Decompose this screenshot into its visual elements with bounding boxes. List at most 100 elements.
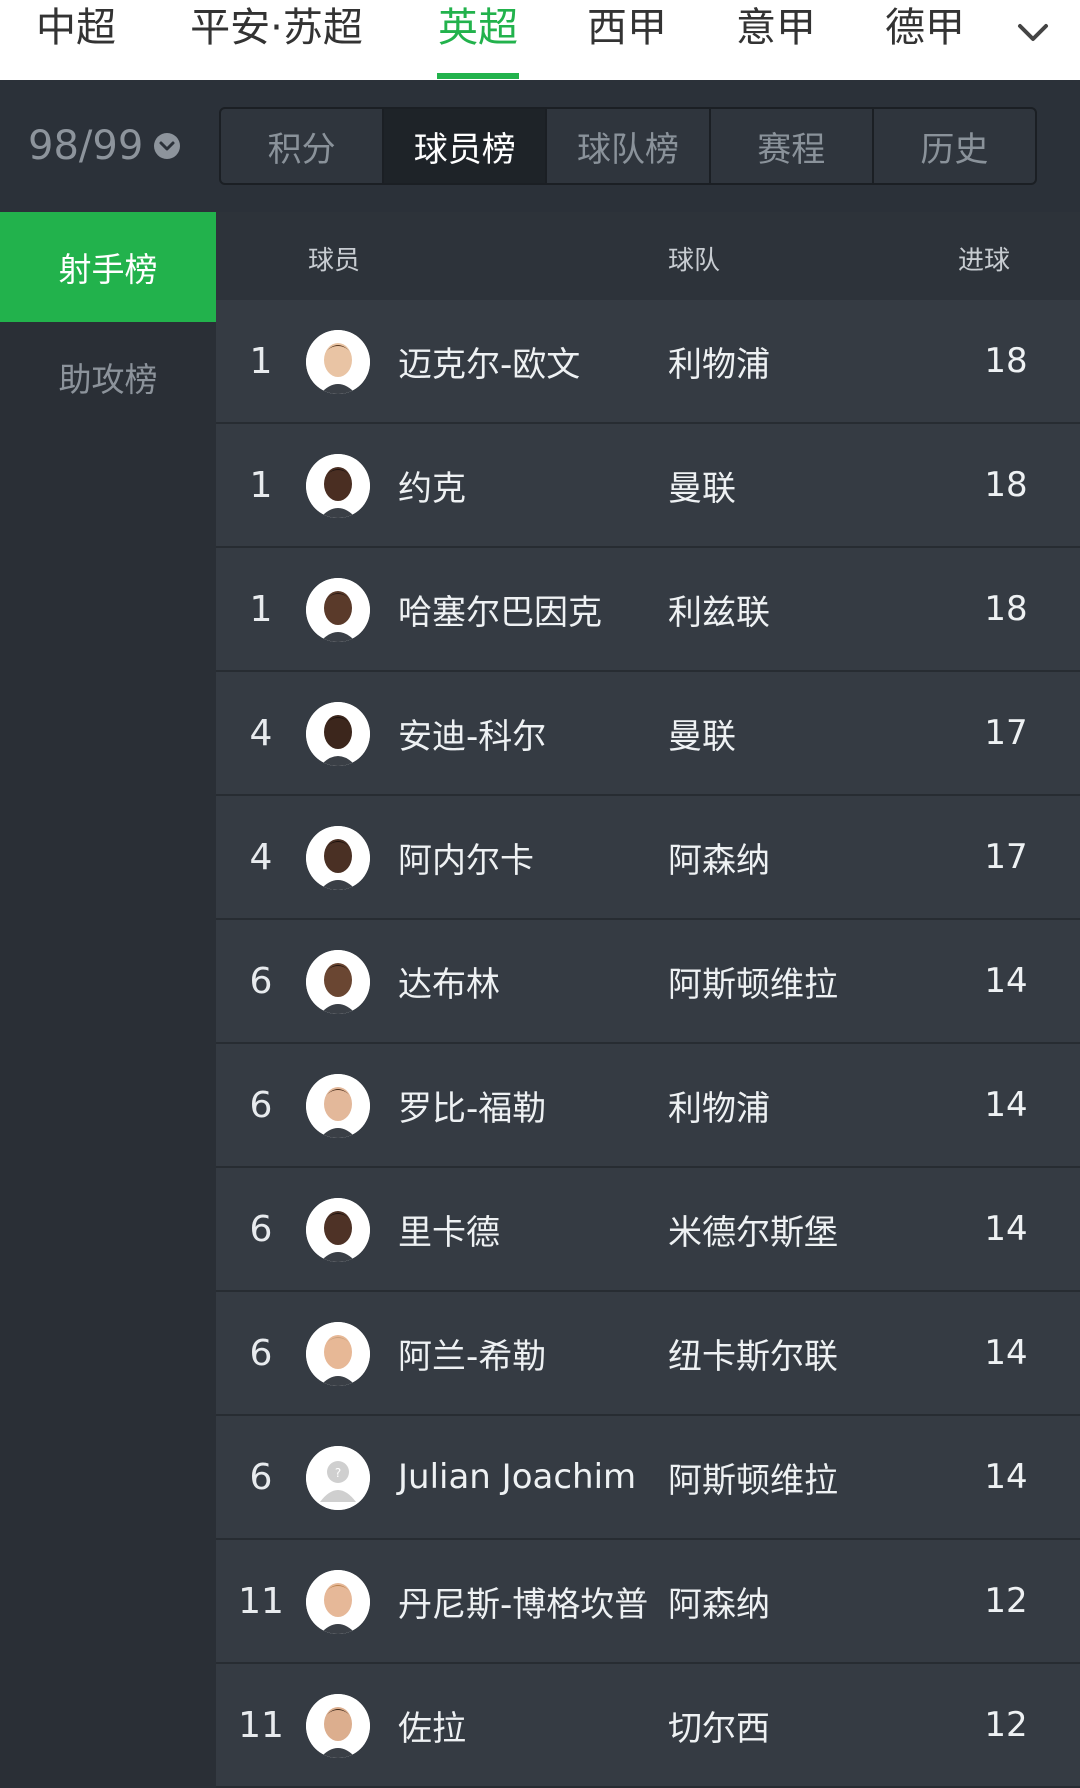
league-tab[interactable]: 意甲 xyxy=(735,0,817,80)
table-row[interactable]: 6 里卡德 米德尔斯堡 14 xyxy=(216,1168,1080,1292)
team-name[interactable]: 切尔西 xyxy=(668,1664,770,1786)
team-name[interactable]: 纽卡斯尔联 xyxy=(668,1292,838,1414)
player-photo xyxy=(306,578,370,642)
side-menu-item[interactable]: 射手榜 xyxy=(0,212,216,322)
league-tab[interactable]: 西甲 xyxy=(586,0,668,80)
player-photo xyxy=(306,950,370,1014)
scorers-table: 球员 球队 进球 1 迈克尔-欧文 利物浦 18 1 约克 曼联 18 1 哈塞尔巴因克 利兹联 18… xyxy=(216,212,1080,1788)
avatar[interactable] xyxy=(306,702,370,766)
team-name[interactable]: 曼联 xyxy=(668,424,736,546)
table-row[interactable]: 1 迈克尔-欧文 利物浦 18 xyxy=(216,300,1080,424)
table-row[interactable]: 4 阿内尔卡 阿森纳 17 xyxy=(216,796,1080,920)
season-selector[interactable]: 98/99 xyxy=(28,121,181,171)
league-tab-bar: 中超 平安·苏超 英超 西甲 意甲 德甲 xyxy=(0,0,1080,80)
player-photo xyxy=(306,1694,370,1758)
goals-count: 12 xyxy=(984,1705,1028,1745)
player-photo xyxy=(306,826,370,890)
rank-cell: 1 xyxy=(249,464,273,506)
rank-cell: 6 xyxy=(249,1456,273,1498)
avatar[interactable] xyxy=(306,1322,370,1386)
player-photo xyxy=(306,454,370,518)
header-team: 球队 xyxy=(668,246,721,276)
player-name[interactable]: 达布林 xyxy=(398,920,500,1042)
table-row[interactable]: 6? Julian Joachim 阿斯顿维拉 14 xyxy=(216,1416,1080,1540)
table-row[interactable]: 1 约克 曼联 18 xyxy=(216,424,1080,548)
rank-cell: 4 xyxy=(249,836,273,878)
team-name[interactable]: 利兹联 xyxy=(668,548,770,670)
team-name[interactable]: 阿斯顿维拉 xyxy=(668,1416,838,1538)
rank-cell: 6 xyxy=(249,1208,273,1250)
table-row[interactable]: 11 佐拉 切尔西 12 xyxy=(216,1664,1080,1788)
avatar[interactable] xyxy=(306,950,370,1014)
view-segmented-control: 积分 球员榜 球队榜 赛程 历史 xyxy=(219,107,1037,185)
team-name[interactable]: 利物浦 xyxy=(668,1044,770,1166)
table-row[interactable]: 6 阿兰-希勒 纽卡斯尔联 14 xyxy=(216,1292,1080,1416)
player-photo xyxy=(306,1570,370,1634)
rank-cell: 1 xyxy=(249,588,273,630)
table-row[interactable]: 6 达布林 阿斯顿维拉 14 xyxy=(216,920,1080,1044)
player-name[interactable]: Julian Joachim xyxy=(398,1416,636,1538)
person-placeholder-icon: ? xyxy=(306,1446,370,1510)
team-name[interactable]: 阿森纳 xyxy=(668,796,770,918)
player-name[interactable]: 里卡德 xyxy=(398,1168,500,1290)
avatar[interactable] xyxy=(306,330,370,394)
player-name[interactable]: 安迪-科尔 xyxy=(398,672,546,794)
avatar[interactable] xyxy=(306,454,370,518)
segment-tab[interactable]: 球员榜 xyxy=(384,109,548,183)
league-tab[interactable]: 英超 xyxy=(437,0,519,80)
rank-cell: 6 xyxy=(249,960,273,1002)
goals-count: 17 xyxy=(984,837,1028,877)
goals-count: 12 xyxy=(984,1581,1028,1621)
player-name[interactable]: 阿内尔卡 xyxy=(398,796,534,918)
team-name[interactable]: 曼联 xyxy=(668,672,736,794)
table-body: 1 迈克尔-欧文 利物浦 18 1 约克 曼联 18 1 哈塞尔巴因克 利兹联 18 4 安迪-科尔 曼联 1… xyxy=(216,300,1080,1788)
table-row[interactable]: 1 哈塞尔巴因克 利兹联 18 xyxy=(216,548,1080,672)
goals-count: 14 xyxy=(984,1209,1028,1249)
table-row[interactable]: 11 丹尼斯-博格坎普 阿森纳 12 xyxy=(216,1540,1080,1664)
season-label: 98/99 xyxy=(28,123,144,169)
team-name[interactable]: 阿森纳 xyxy=(668,1540,770,1662)
avatar[interactable] xyxy=(306,1694,370,1758)
league-tab[interactable]: 平安·苏超 xyxy=(184,0,369,80)
team-name[interactable]: 阿斯顿维拉 xyxy=(668,920,838,1042)
avatar[interactable] xyxy=(306,826,370,890)
avatar[interactable] xyxy=(306,1198,370,1262)
segment-tab[interactable]: 历史 xyxy=(874,109,1035,183)
chevron-circle-down-icon xyxy=(154,133,181,159)
rank-cell: 6 xyxy=(249,1332,273,1374)
avatar[interactable] xyxy=(306,578,370,642)
player-name[interactable]: 阿兰-希勒 xyxy=(398,1292,546,1414)
goals-count: 18 xyxy=(984,465,1028,505)
table-row[interactable]: 4 安迪-科尔 曼联 17 xyxy=(216,672,1080,796)
league-tab[interactable]: 中超 xyxy=(36,0,116,80)
segment-tab[interactable]: 球队榜 xyxy=(547,109,711,183)
header-player: 球员 xyxy=(308,246,361,276)
team-name[interactable]: 米德尔斯堡 xyxy=(668,1168,838,1290)
rank-cell: 11 xyxy=(238,1704,284,1746)
league-tab[interactable]: 德甲 xyxy=(884,0,966,80)
chevron-down-icon[interactable] xyxy=(1012,12,1054,54)
ranking-side-menu: 射手榜 助攻榜 xyxy=(0,212,216,1788)
table-row[interactable]: 6 罗比-福勒 利物浦 14 xyxy=(216,1044,1080,1168)
goals-count: 17 xyxy=(984,713,1028,753)
avatar[interactable] xyxy=(306,1074,370,1138)
rank-cell: 4 xyxy=(249,712,273,754)
player-name[interactable]: 哈塞尔巴因克 xyxy=(398,548,602,670)
player-name[interactable]: 丹尼斯-博格坎普 xyxy=(398,1540,648,1662)
player-name[interactable]: 佐拉 xyxy=(398,1664,466,1786)
rank-cell: 6 xyxy=(249,1084,273,1126)
segment-tab[interactable]: 积分 xyxy=(221,109,385,183)
segment-tab[interactable]: 赛程 xyxy=(711,109,874,183)
team-name[interactable]: 利物浦 xyxy=(668,300,770,422)
player-name[interactable]: 迈克尔-欧文 xyxy=(398,300,580,422)
player-name[interactable]: 约克 xyxy=(398,424,466,546)
player-name[interactable]: 罗比-福勒 xyxy=(398,1044,546,1166)
goals-count: 18 xyxy=(984,341,1028,381)
side-menu-item[interactable]: 助攻榜 xyxy=(0,322,216,432)
goals-count: 14 xyxy=(984,961,1028,1001)
goals-count: 18 xyxy=(984,589,1028,629)
filter-row: 98/99 积分 球员榜 球队榜 赛程 历史 xyxy=(0,80,1080,212)
rank-cell: 11 xyxy=(238,1580,284,1622)
avatar[interactable]: ? xyxy=(306,1446,370,1510)
avatar[interactable] xyxy=(306,1570,370,1634)
